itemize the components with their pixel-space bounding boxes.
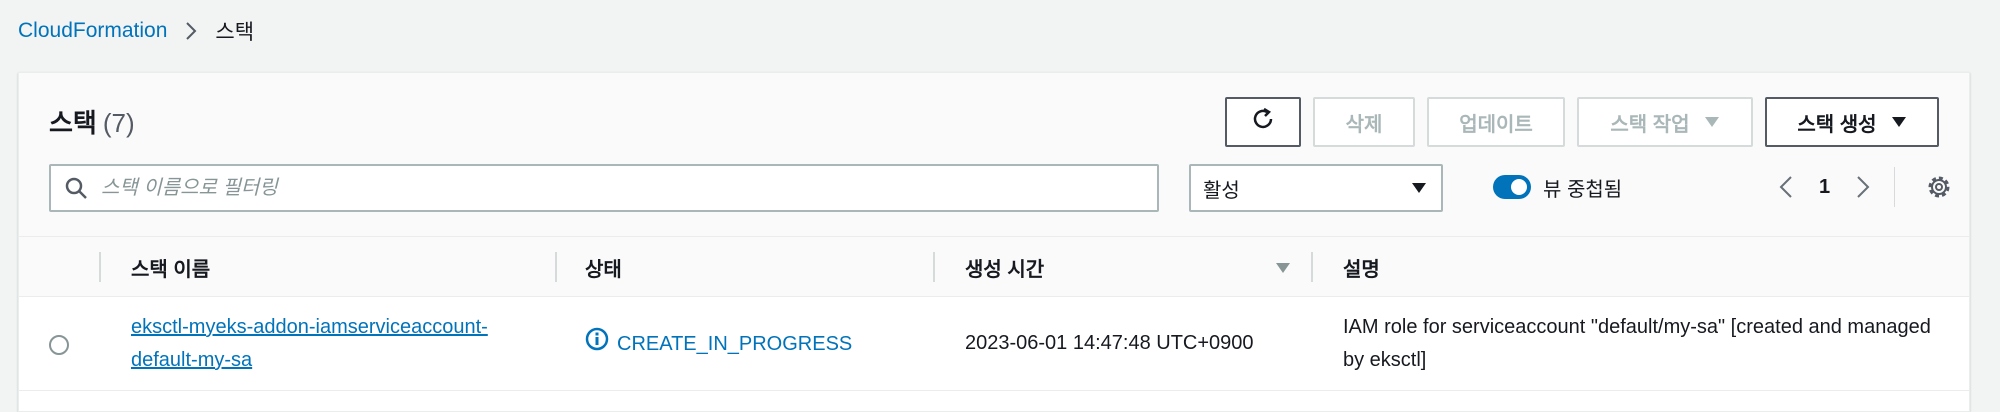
refresh-button[interactable] xyxy=(1225,97,1301,147)
column-header-created-time[interactable]: 생성 시간 xyxy=(965,237,1044,297)
nested-view-toggle-group: 뷰 중첩됨 xyxy=(1493,171,1622,203)
sort-descending-icon[interactable] xyxy=(1275,261,1291,279)
info-icon xyxy=(585,327,609,362)
nested-view-label: 뷰 중첩됨 xyxy=(1543,178,1623,201)
created-time: 2023-06-01 14:47:48 UTC+0900 xyxy=(965,332,1254,354)
row-select-radio[interactable] xyxy=(49,335,69,355)
caret-down-icon xyxy=(1891,111,1907,134)
status-filter-value: 활성 xyxy=(1203,179,1240,202)
stacks-panel: 스택 (7) 삭제 업데이트 스택 작업 스택 생성 스택 이름으로 필터링 활… xyxy=(18,72,1970,412)
table-row[interactable]: eksctl-myeks-addon-iamserviceaccount-def… xyxy=(19,297,1969,391)
column-separator[interactable] xyxy=(555,252,557,282)
chevron-right-icon xyxy=(181,21,201,41)
column-header-status[interactable]: 상태 xyxy=(585,237,622,297)
search-field[interactable] xyxy=(49,164,1159,212)
page-title-text: 스택 xyxy=(49,108,97,138)
table-header: 스택 이름 상태 생성 시간 설명 xyxy=(19,237,1969,297)
column-header-stack-name[interactable]: 스택 이름 xyxy=(131,237,210,297)
status-cell: CREATE_IN_PROGRESS xyxy=(585,327,852,362)
status-text: CREATE_IN_PROGRESS xyxy=(617,333,853,355)
description-text: IAM role for serviceaccount "default/my-… xyxy=(1343,316,1931,371)
update-button[interactable]: 업데이트 xyxy=(1427,97,1565,147)
stack-actions-label: 스택 작업 xyxy=(1610,113,1690,136)
refresh-icon xyxy=(1250,106,1276,138)
nested-view-toggle[interactable] xyxy=(1493,175,1531,199)
pager-divider xyxy=(1894,167,1896,207)
breadcrumb: CloudFormation 스택 xyxy=(18,16,254,46)
column-header-description[interactable]: 설명 xyxy=(1343,237,1380,297)
stack-count: (7) xyxy=(102,108,135,138)
panel-header: 스택 (7) 삭제 업데이트 스택 작업 스택 생성 스택 이름으로 필터링 활… xyxy=(19,73,1969,237)
stack-actions-button[interactable]: 스택 작업 xyxy=(1577,97,1753,147)
previous-page-icon[interactable] xyxy=(1779,175,1793,199)
column-separator[interactable] xyxy=(933,252,935,282)
caret-down-icon xyxy=(1411,177,1427,200)
gear-icon[interactable] xyxy=(1923,171,1955,203)
page-title: 스택 (7) xyxy=(49,103,135,140)
stack-name-link[interactable]: eksctl-myeks-addon-iamserviceaccount-def… xyxy=(131,311,551,377)
breadcrumb-cloudformation-link[interactable]: CloudFormation xyxy=(18,19,167,43)
create-stack-label: 스택 생성 xyxy=(1797,113,1877,136)
create-stack-button[interactable]: 스택 생성 xyxy=(1765,97,1939,147)
status-filter-select[interactable]: 활성 xyxy=(1189,164,1443,212)
column-separator[interactable] xyxy=(1311,252,1313,282)
pagination: 1 xyxy=(1779,167,1896,207)
caret-down-icon xyxy=(1704,111,1720,134)
breadcrumb-current: 스택 xyxy=(215,21,255,44)
toggle-knob xyxy=(1511,179,1527,195)
next-page-icon[interactable] xyxy=(1856,175,1870,199)
delete-button[interactable]: 삭제 xyxy=(1313,97,1415,147)
search-input[interactable] xyxy=(101,176,1157,200)
current-page-number[interactable]: 1 xyxy=(1819,176,1830,199)
search-icon xyxy=(51,176,101,200)
column-separator xyxy=(99,252,101,282)
